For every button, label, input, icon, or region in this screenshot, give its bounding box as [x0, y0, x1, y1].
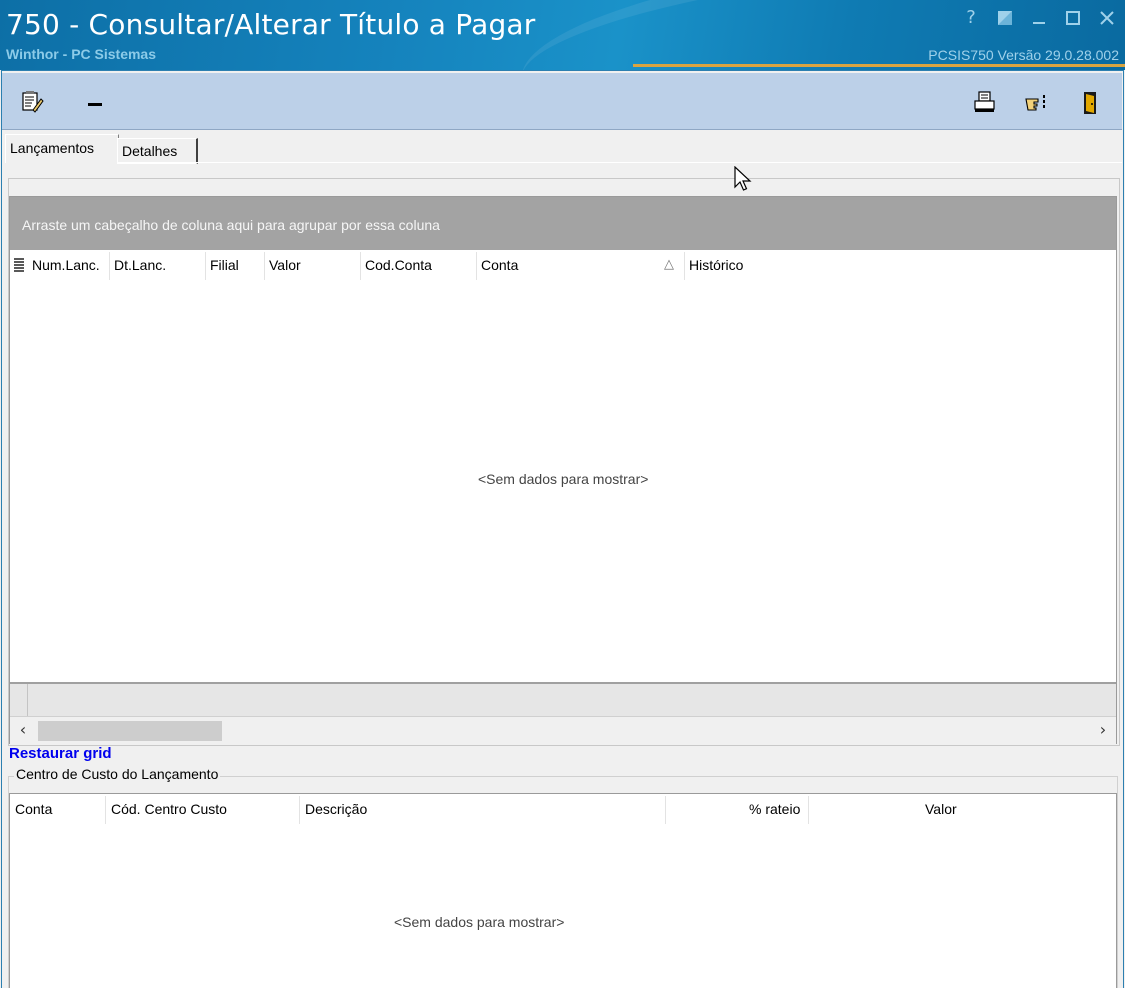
column-header-valor[interactable]: Valor: [269, 250, 301, 280]
tab-lancamentos[interactable]: Lançamentos: [5, 134, 119, 163]
column-header-valor[interactable]: Valor: [925, 794, 957, 824]
column-header-historico[interactable]: Histórico: [689, 250, 743, 280]
column-separator: [684, 252, 685, 280]
column-separator: [109, 252, 110, 280]
exit-door-icon[interactable]: [1080, 90, 1104, 114]
minimize-icon[interactable]: [1029, 6, 1049, 30]
tab-lancamentos-label: Lançamentos: [10, 140, 95, 156]
toolbar: [2, 73, 1122, 130]
column-header-cod-conta[interactable]: Cod.Conta: [365, 250, 432, 280]
column-customize-icon[interactable]: [14, 250, 26, 280]
column-separator: [476, 252, 477, 280]
tab-detalhes-label: Detalhes: [122, 143, 178, 159]
lancamentos-grid: Arraste um cabeçalho de coluna aqui para…: [9, 196, 1117, 744]
close-icon[interactable]: [1097, 6, 1117, 30]
centro-custo-grid: Conta Cód. Centro Custo Descrição % rate…: [9, 793, 1117, 988]
centro-custo-legend: Centro de Custo do Lançamento: [14, 766, 221, 782]
printer-icon[interactable]: [972, 90, 996, 114]
column-header-filial[interactable]: Filial: [210, 250, 239, 280]
scroll-right-icon[interactable]: ›: [1094, 721, 1112, 739]
group-by-panel[interactable]: Arraste um cabeçalho de coluna aqui para…: [10, 197, 1116, 250]
title-bar: 750 - Consultar/Alterar Título a Pagar W…: [0, 0, 1125, 70]
help-icon[interactable]: ?: [961, 6, 981, 30]
column-header-dt-lanc[interactable]: Dt.Lanc.: [114, 250, 166, 280]
mouse-cursor-icon: [734, 165, 754, 197]
scrollbar-thumb[interactable]: [38, 721, 222, 741]
column-header-conta[interactable]: Conta: [15, 794, 52, 824]
window-title: 750 - Consultar/Alterar Título a Pagar: [6, 8, 536, 41]
column-separator: [105, 796, 106, 824]
window-subtitle: Winthor - PC Sistemas: [6, 46, 157, 62]
column-separator: [264, 252, 265, 280]
restore-icon[interactable]: [995, 6, 1015, 30]
maximize-icon[interactable]: [1063, 6, 1083, 30]
column-separator: [299, 796, 300, 824]
grid-footer: [10, 682, 1116, 716]
column-separator: [360, 252, 361, 280]
column-header-conta[interactable]: Conta: [481, 250, 518, 280]
column-header-num-lanc[interactable]: Num.Lanc.: [32, 250, 100, 280]
empty-grid-message: <Sem dados para mostrar>: [478, 471, 649, 487]
horizontal-scrollbar[interactable]: ‹ ›: [10, 716, 1116, 744]
tab-divider: [118, 162, 1122, 163]
restaurar-grid-link[interactable]: Restaurar grid: [9, 745, 112, 762]
title-accent-line: [633, 64, 1125, 67]
column-header-cod-centro-custo[interactable]: Cód. Centro Custo: [111, 794, 227, 824]
column-separator: [205, 252, 206, 280]
column-separator: [808, 796, 809, 824]
scroll-left-icon[interactable]: ‹: [14, 721, 32, 739]
column-header-descricao[interactable]: Descrição: [305, 794, 367, 824]
column-header-rateio[interactable]: % rateio: [749, 794, 800, 824]
empty-grid-message: <Sem dados para mostrar>: [394, 914, 565, 930]
version-label: PCSIS750 Versão 29.0.28.002: [928, 47, 1119, 63]
minus-icon[interactable]: [84, 90, 108, 114]
grid-header: Num.Lanc. Dt.Lanc. Filial Valor Cod.Cont…: [10, 250, 1116, 280]
centro-custo-header: Conta Cód. Centro Custo Descrição % rate…: [10, 794, 1116, 824]
window-controls: ?: [961, 6, 1117, 30]
pointing-hand-icon[interactable]: [1024, 90, 1048, 114]
sort-ascending-icon: △: [664, 257, 674, 272]
tab-detalhes[interactable]: Detalhes: [117, 138, 198, 164]
column-separator: [665, 796, 666, 824]
notes-edit-icon[interactable]: [20, 90, 44, 114]
